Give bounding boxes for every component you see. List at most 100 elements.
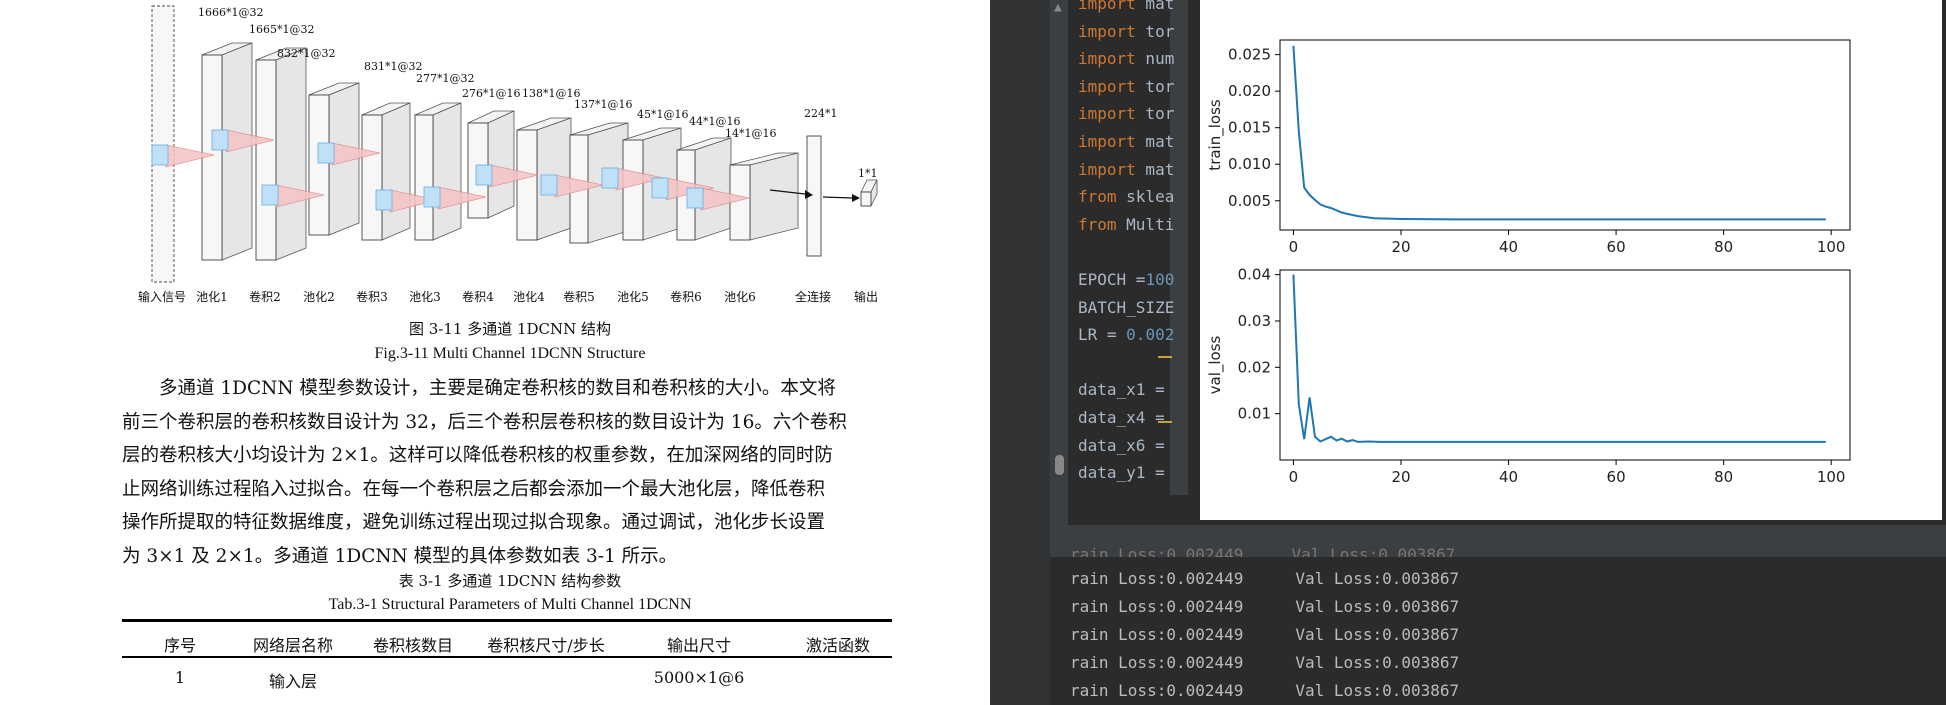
y-tick-label: 0.020	[1228, 82, 1271, 100]
console-line: rain Loss:0.002449 Val Loss:0.003867	[1070, 569, 1459, 588]
console-line: rain Loss:0.002449 Val Loss:0.003867	[1070, 681, 1459, 700]
table-top-rule	[122, 619, 892, 622]
x-tick-label: 80	[1714, 468, 1733, 486]
layer-size-label: 831*1@32	[364, 60, 423, 73]
layer-block	[414, 114, 434, 241]
x-tick-label: 0	[1289, 468, 1299, 486]
document-page: 输入信号 池化1 卷积2 池化2 卷积3 池化3 卷积4 池化4 卷积5 池化5 卷积6 池化6 全连接…	[0, 0, 990, 705]
layer-block-side	[275, 47, 307, 261]
paragraph-line: 止网络训练过程陷入过拟合。在每一个卷积层之后都会添加一个最大池化层，降低卷积	[122, 478, 826, 500]
code-line: LR = 0.002	[1078, 325, 1174, 344]
code-line: import num	[1078, 49, 1174, 68]
kernel-box	[375, 189, 393, 211]
x-tick-label: 40	[1499, 468, 1518, 486]
x-tick-label: 20	[1391, 238, 1410, 256]
y-tick-label: 0.025	[1228, 46, 1271, 64]
code-keyword: import	[1078, 76, 1136, 96]
layer-label: 全连接	[795, 289, 831, 304]
console-line: rain Loss:0.002449 Val Loss:0.003867	[1070, 625, 1459, 644]
layer-label: 卷积2	[249, 289, 281, 304]
code-keyword: import	[1078, 104, 1136, 124]
x-tick-label: 100	[1817, 238, 1846, 256]
code-text: LR =	[1078, 325, 1127, 345]
code-keyword: import	[1078, 159, 1136, 179]
warning-marker	[1158, 421, 1172, 423]
train-loss-text: rain Loss:0.002449	[1070, 625, 1244, 644]
y-tick-label: 0.005	[1228, 192, 1271, 210]
kernel-box	[211, 129, 229, 151]
train-loss-text: rain Loss:0.002449	[1070, 569, 1244, 588]
code-text: data_x4 =	[1078, 408, 1165, 427]
layer-label: 池化1	[196, 290, 228, 304]
figure-caption-en: Fig.3-11 Multi Channel 1DCNN Structure	[374, 345, 646, 362]
scroll-up-icon[interactable]: ▲	[1054, 0, 1062, 15]
code-text: BATCH_SIZE	[1078, 297, 1175, 317]
code-text: data_x6 =	[1078, 435, 1165, 455]
y-tick-label: 0.02	[1238, 358, 1271, 376]
scrollbar-thumb[interactable]	[1055, 455, 1064, 475]
paragraph-line: 层的卷积核大小均设计为 2×1。这样可以降低卷积核的权重参数，在加深网络的同时防	[122, 445, 833, 466]
layer-size-label: 14*1@16	[725, 127, 777, 140]
matplotlib-figure-window[interactable]: 0 20 40 60 80 100 0.005 0.010 0.015 0.020 0.025 tra…	[1200, 0, 1942, 520]
code-line: from Multi	[1078, 215, 1174, 234]
y-tick-label: 0.01	[1238, 405, 1271, 423]
x-tick-label: 80	[1714, 238, 1733, 256]
layer-block	[151, 5, 175, 283]
code-keyword: from	[1078, 214, 1117, 234]
train-loss-text: rain Loss:0.002449	[1070, 597, 1244, 616]
arrow-head	[852, 194, 860, 202]
layer-block	[622, 139, 644, 241]
code-number: 0.002	[1126, 325, 1175, 345]
table-caption-en: Tab.3-1 Structural Parameters of Multi C…	[328, 596, 692, 613]
y-axis-label: val_loss	[1206, 335, 1225, 394]
layer-label: 池化6	[724, 290, 756, 304]
kernel-box	[151, 144, 169, 166]
train-loss-text: rain Loss:0.002449	[1070, 653, 1244, 672]
cnn-structure-diagram: 输入信号 池化1 卷积2 池化2 卷积3 池化3 卷积4 池化4 卷积5 池化5 卷积6 池化6 全连接…	[138, 5, 878, 304]
paragraph-line: 前三个卷积层的卷积核数目设计为 32，后三个卷积层卷积核的数目设计为 16。六个…	[122, 411, 847, 433]
ide-window: ▲ import mat import tor import num import t…	[990, 0, 1946, 705]
code-keyword: from	[1078, 187, 1117, 207]
code-text: sklea	[1116, 187, 1175, 207]
x-tick-label: 40	[1499, 238, 1518, 256]
x-tick-label: 100	[1817, 468, 1846, 486]
kernel-box	[317, 142, 335, 164]
editor-scrollbar[interactable]	[1050, 0, 1068, 530]
table-header-cell: 网络层名称	[252, 636, 334, 655]
code-text: mat	[1135, 0, 1175, 13]
val-loss-text: Val Loss:0.003867	[1295, 625, 1460, 644]
layer-block	[729, 164, 751, 241]
y-tick-label: 0.010	[1228, 155, 1271, 173]
layer-label: 输入信号	[138, 289, 186, 304]
layer-block-side	[432, 102, 462, 241]
val-loss-text: Val Loss:0.003867	[1295, 681, 1460, 700]
code-text: mat	[1135, 132, 1175, 151]
table-cell: 输入层	[268, 672, 318, 691]
plot-axes-frame	[1279, 269, 1851, 461]
layer-size-label: 832*1@32	[277, 47, 336, 60]
kernel-box	[651, 177, 669, 199]
x-tick-label: 60	[1607, 468, 1626, 486]
layer-label: 卷积3	[356, 289, 388, 304]
code-text: EPOCH =	[1078, 270, 1146, 289]
code-text: tor	[1135, 76, 1175, 96]
layer-block	[308, 94, 330, 236]
table-caption-cn: 表 3-1 多通道 1DCNN 结构参数	[398, 572, 622, 590]
ide-gutter	[990, 0, 1050, 705]
code-line: data_x1 =	[1078, 380, 1165, 399]
layer-block-side	[487, 110, 515, 219]
code-text: tor	[1135, 104, 1175, 124]
layer-label: 池化3	[409, 290, 441, 304]
x-tick-label: 0	[1289, 238, 1299, 256]
val-loss-text: Val Loss:0.003867	[1295, 653, 1460, 672]
run-console[interactable]: rain Loss:0.002449 Val Loss:0.003867 rain …	[1050, 557, 1946, 705]
y-axis-label: train_loss	[1206, 99, 1225, 171]
layer-label: 池化5	[617, 290, 649, 304]
layer-block	[361, 114, 383, 241]
layer-block-side	[749, 152, 799, 241]
layer-size-label: 45*1@16	[637, 108, 689, 121]
layer-size-label: 137*1@16	[574, 98, 633, 111]
code-line: import tor	[1078, 104, 1174, 123]
figure-caption-cn: 图 3-11 多通道 1DCNN 结构	[408, 320, 612, 338]
code-line: data_y1 =	[1078, 463, 1165, 482]
